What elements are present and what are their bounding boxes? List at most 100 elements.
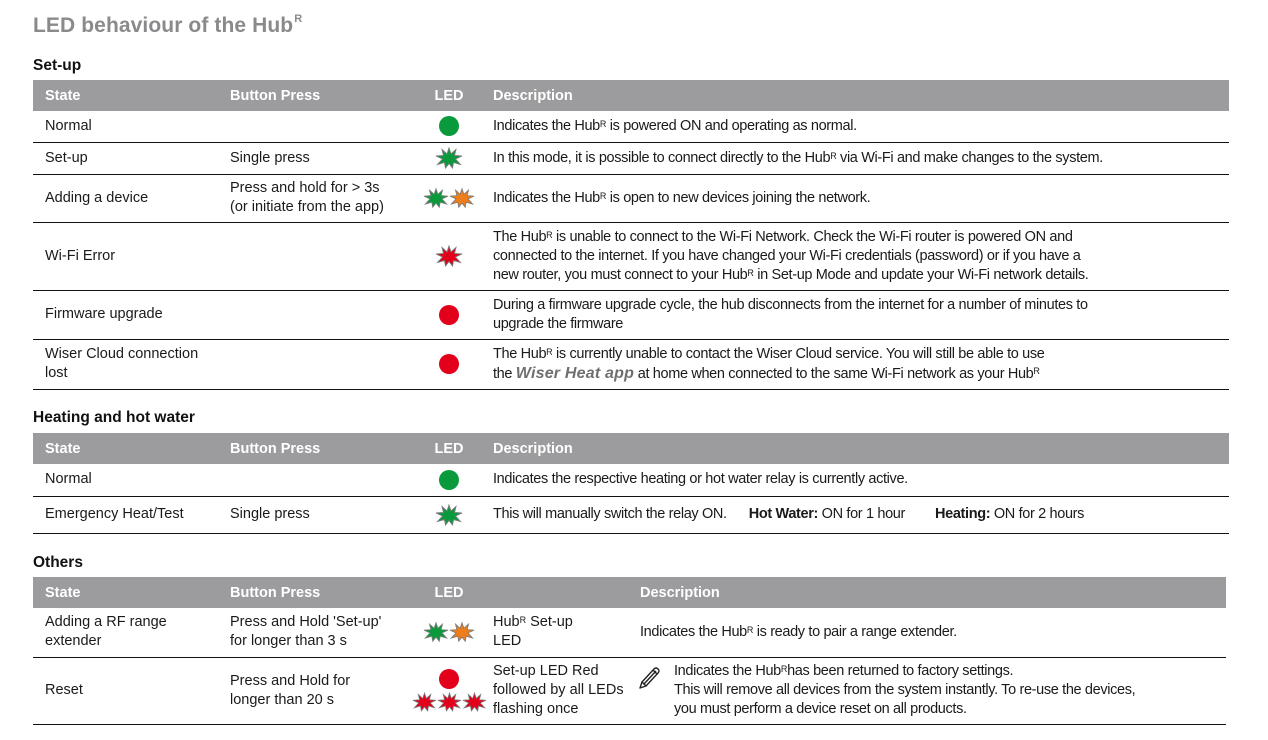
led-flashing-green-icon [423,622,449,642]
desc-text: In this mode, it is possible to connect … [493,149,831,166]
table-row: Wiser Cloud connection lost The HubR is c… [33,339,1229,390]
led-label-line: flashing once [493,701,579,717]
desc-text: at home when connected to the same Wi-Fi… [634,365,1034,382]
led-solid-red-icon [439,354,459,374]
section-title-setup: Set-up [33,57,82,74]
registered-mark: R [747,267,754,278]
desc-text: Indicates the Hub [493,189,600,206]
button-press-line: Press and Hold 'Set-up' [230,614,382,631]
button-press-line: for longer than 3 s [230,633,347,650]
table-row: Set-up Single press In this mode, it is … [33,142,1229,175]
led-flashing-green-icon [435,147,463,169]
led-cell [418,111,480,143]
header-led: LED [418,577,480,608]
desc-text: The Hub [493,228,547,245]
state-cell: Wiser Cloud connection lost [33,339,218,390]
table-header-row: State Button Press LED Description [33,433,1229,464]
others-table: State Button Press LED Description Addin… [33,577,1226,725]
led-label-text: Hub [493,614,520,631]
header-button-press: Button Press [218,80,418,111]
desc-text: is currently unable to contact the Wiser… [552,345,1045,362]
registered-mark: R [294,13,303,25]
led-flashing-red-icon [436,692,462,711]
led-label-line: HubR Set-up [493,613,637,632]
table-row: Adding a device Press and hold for > 3s (… [33,174,1229,223]
desc-text: in Set-up Mode and update your Wi-Fi net… [753,266,1089,283]
led-cell [418,290,480,340]
header-button-press: Button Press [218,433,418,464]
header-description: Description [637,577,1226,608]
button-press-cell: Single press [218,496,418,534]
state-line: Adding a RF range [45,614,167,631]
header-state: State [33,577,218,608]
led-flashing-red-icon [461,692,487,711]
desc-line: The HubR is currently unable to contact … [493,345,1229,364]
state-line: extender [45,633,102,650]
app-name: Wiser Heat app [515,364,635,382]
led-cell [418,142,480,175]
led-label-line: LED [493,633,522,650]
desc-line: Indicates the HubRhas been returned to f… [674,662,1226,681]
button-press-line: Press and hold for > 3s [230,180,380,196]
header-state: State [33,80,218,111]
led-cell [418,339,480,390]
description-cell: This will manually switch the relay ON. H… [480,496,1229,534]
led-solid-green-icon [439,116,459,137]
led-label-cell: HubR Set-up LED [480,608,637,658]
state-cell: Adding a device [33,174,218,223]
table-header-row: State Button Press LED Description [33,80,1229,111]
led-cell [418,496,480,534]
led-flashing-orange-icon [449,622,475,642]
led-cell [418,222,480,291]
led-label-line: followed by all LEDs [493,682,624,698]
heating-table: State Button Press LED Description Norma… [33,433,1229,534]
button-press-cell [218,290,418,340]
registered-mark: R [599,118,607,129]
setup-table: State Button Press LED Description Norma… [33,80,1229,390]
button-press-cell: Press and Hold 'Set-up' for longer than 3… [218,608,418,658]
hot-water-value: ON for 1 hour [818,506,906,522]
desc-text: Indicates the Hub [493,117,600,134]
description-cell: Indicates the HubR is open to new device… [480,174,1229,223]
desc-text: is unable to connect to the Wi-Fi Networ… [552,228,1073,245]
table-row: Firmware upgrade During a firmware upgra… [33,290,1229,340]
header-state: State [33,433,218,464]
desc-text: the [493,365,516,382]
state-cell: Wi-Fi Error [33,222,218,291]
button-press-cell [218,111,418,143]
desc-line: new router, you must connect to your Hub… [493,266,1229,285]
table-header-row: State Button Press LED Description [33,577,1226,608]
state-cell: Firmware upgrade [33,290,218,340]
table-row: Normal Indicates the respective heating … [33,464,1229,497]
desc-text: Indicates the Hub [674,663,781,679]
state-cell: Emergency Heat/Test [33,496,218,534]
heating-label: Heating: [934,506,991,522]
registered-mark: R [746,624,754,635]
led-flashing-orange-icon [449,188,475,208]
state-line: Wiser Cloud connection [45,346,199,362]
led-cell [418,608,480,658]
header-description: Description [480,80,1229,111]
led-flashing-red-icon [435,245,463,267]
desc-text: Indicates the Hub [640,623,747,640]
button-press-line: longer than 20 s [230,691,334,708]
header-spacer [480,577,637,608]
header-button-press: Button Press [218,577,418,608]
led-cell [418,464,480,497]
state-cell: Normal [33,111,218,143]
registered-mark: R [780,664,788,674]
led-solid-red-icon [439,668,459,689]
led-solid-red-icon [439,304,459,325]
desc-block: Indicates the HubRhas been returned to f… [637,662,1226,719]
led-flashing-green-icon [423,188,449,208]
heating-value: ON for 2 hours [990,506,1085,522]
table-row: Wi-Fi Error The HubR is unable to connec… [33,222,1229,291]
page-title-text: LED behaviour of the Hub [33,14,294,37]
registered-mark: R [546,229,553,240]
state-line: lost [45,365,68,381]
desc-line: During a firmware upgrade cycle, the hub… [493,296,1088,313]
led-solid-green-icon [439,469,459,490]
description-cell: In this mode, it is possible to connect … [480,142,1229,175]
button-press-cell [218,222,418,291]
hot-water-label: Hot Water: [748,506,819,522]
